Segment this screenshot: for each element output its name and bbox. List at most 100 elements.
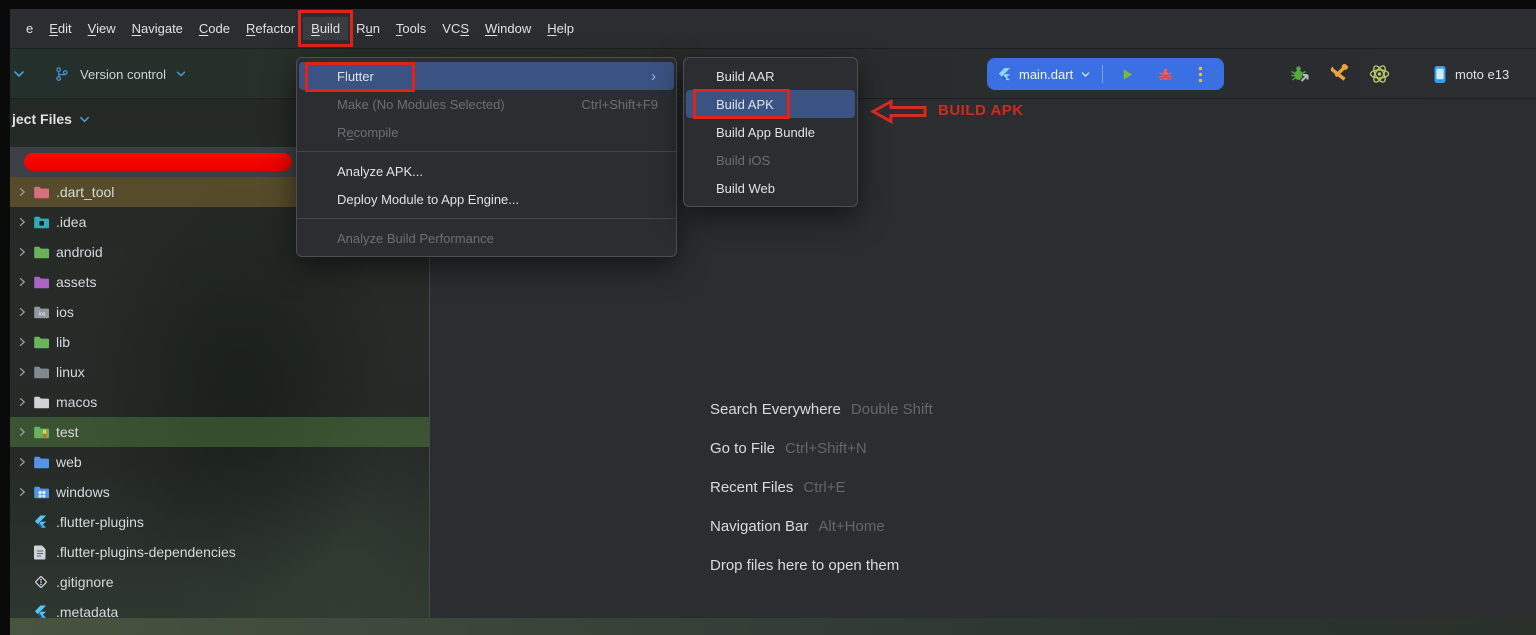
menu-item-file-clipped[interactable]: e (18, 17, 41, 40)
flutter-devtools-icon[interactable] (1368, 63, 1391, 85)
tree-item-flutter-plugins[interactable]: .flutter-plugins (10, 507, 429, 537)
flutter-icon (33, 604, 50, 618)
tree-item-metadata[interactable]: .metadata (10, 597, 429, 618)
run-config-name[interactable]: main.dart (1019, 67, 1073, 82)
menu-item-tools[interactable]: Tools (388, 17, 434, 40)
flutter-submenu-item-build-web[interactable]: Build Web (684, 174, 857, 202)
tree-item-windows[interactable]: windows (10, 477, 429, 507)
flutter-attach-icon[interactable] (1290, 64, 1311, 84)
shortcut-hint-row: Navigation BarAlt+Home (710, 518, 933, 542)
tree-item-web[interactable]: web (10, 447, 429, 477)
version-control-chevron-icon[interactable] (175, 68, 187, 80)
folder-icon (33, 274, 50, 290)
build-menu-item-analyze-build-performance[interactable]: Analyze Build Performance (297, 224, 676, 252)
flutter-submenu-item-build-ios[interactable]: Build iOS (684, 146, 857, 174)
tree-item-test[interactable]: test (10, 417, 429, 447)
expand-chevron-icon[interactable] (16, 306, 28, 318)
run-button[interactable] (1120, 67, 1135, 82)
menu-item-label: Build App Bundle (716, 125, 815, 140)
device-phone-icon[interactable] (1433, 65, 1447, 84)
shortcut-hint-row: Go to FileCtrl+Shift+N (710, 440, 933, 464)
flutter-icon (33, 514, 50, 530)
menu-item-edit[interactable]: Edit (41, 17, 79, 40)
build-menu-item-deploy-module-to-app-engine[interactable]: Deploy Module to App Engine... (297, 185, 676, 213)
tree-item-gitignore[interactable]: .gitignore (10, 567, 429, 597)
flutter-icon (997, 67, 1012, 82)
expand-chevron-icon[interactable] (16, 186, 28, 198)
tree-item-assets[interactable]: assets (10, 267, 429, 297)
tree-item-label: .flutter-plugins (56, 514, 144, 530)
expand-chevron-icon[interactable] (16, 366, 28, 378)
folder-icon (33, 184, 50, 200)
menu-item-refactor[interactable]: Refactor (238, 17, 303, 40)
expand-chevron-icon[interactable] (16, 396, 28, 408)
menu-item-vcs[interactable]: VCS (434, 17, 477, 40)
run-configuration-widget[interactable]: main.dart (987, 58, 1224, 90)
build-menu-item-recompile[interactable]: Recompile (297, 118, 676, 146)
menu-item-label: Build Web (716, 181, 775, 196)
menu-item-window[interactable]: Window (477, 17, 539, 40)
build-menu-item-make-no-modules-selected[interactable]: Make (No Modules Selected) Ctrl+Shift+F9 (297, 90, 676, 118)
expand-chevron-icon[interactable] (16, 486, 28, 498)
flutter-submenu-item-build-app-bundle[interactable]: Build App Bundle (684, 118, 857, 146)
expand-chevron-icon[interactable] (16, 336, 28, 348)
shortcut-keys: Ctrl+E (803, 479, 845, 496)
device-selector-label[interactable]: moto e13 (1455, 67, 1509, 82)
tree-item-lib[interactable]: lib (10, 327, 429, 357)
expand-chevron-icon[interactable] (16, 456, 28, 468)
tree-item-label: .gitignore (56, 574, 114, 590)
folder-icon (33, 214, 50, 230)
menu-item-shortcut: Ctrl+Shift+F9 (581, 97, 658, 112)
menu-item-code[interactable]: Code (191, 17, 238, 40)
flutter-submenu-item-build-apk[interactable]: Build APK (686, 90, 855, 118)
shortcut-action-label: Search Everywhere (710, 401, 841, 418)
project-view-chevron-icon[interactable] (78, 113, 91, 126)
menu-item-label: Analyze Build Performance (337, 231, 494, 246)
expand-chevron-icon[interactable] (16, 216, 28, 228)
version-control-label[interactable]: Version control (80, 67, 166, 82)
redaction-overlay (24, 153, 292, 171)
screenshot-frame: eEditViewNavigateCodeRefactorBuildRunToo… (0, 0, 1536, 635)
menubar: eEditViewNavigateCodeRefactorBuildRunToo… (10, 9, 1536, 49)
menu-item-label: Build iOS (716, 153, 770, 168)
expand-chevron-icon[interactable] (16, 276, 28, 288)
menu-item-label: Flutter (337, 69, 374, 84)
menu-item-navigate[interactable]: Navigate (124, 17, 191, 40)
tree-item-label: web (56, 454, 82, 470)
menu-item-label: Make (No Modules Selected) (337, 97, 505, 112)
menu-item-help[interactable]: Help (539, 17, 582, 40)
shortcut-hint-row: Recent FilesCtrl+E (710, 479, 933, 503)
run-config-chevron-icon[interactable] (1080, 69, 1091, 80)
menu-item-view[interactable]: View (80, 17, 124, 40)
toolbar-right: moto e13 (1290, 58, 1509, 90)
git-branch-icon (54, 66, 69, 82)
tree-item-label: ios (56, 304, 74, 320)
shortcut-action-label: Navigation Bar (710, 518, 808, 535)
flutter-submenu-item-build-aar[interactable]: Build AAR (684, 62, 857, 90)
expand-chevron-icon[interactable] (16, 426, 28, 438)
tree-item-label: .dart_tool (56, 184, 114, 200)
chevron-slot (16, 186, 28, 198)
chevron-slot (16, 396, 28, 408)
more-options-button[interactable] (1198, 66, 1203, 83)
build-tools-icon[interactable] (1329, 64, 1350, 84)
menu-item-run[interactable]: Run (348, 17, 388, 40)
chevron-slot (16, 216, 28, 228)
build-menu-popup: Flutter› Make (No Modules Selected) Ctrl+S… (296, 57, 677, 257)
tree-item-ios[interactable]: iosios (10, 297, 429, 327)
shortcut-hint-row: Search EverywhereDouble Shift (710, 401, 933, 425)
menu-item-build[interactable]: Build (303, 17, 348, 40)
toolbar-left: Version control (12, 58, 187, 90)
tree-item-flutter-plugins-dependencies[interactable]: .flutter-plugins-dependencies (10, 537, 429, 567)
tree-item-macos[interactable]: macos (10, 387, 429, 417)
debug-button[interactable] (1158, 67, 1173, 82)
tree-item-linux[interactable]: linux (10, 357, 429, 387)
tree-item-label: linux (56, 364, 85, 380)
build-menu-item-flutter[interactable]: Flutter› (299, 62, 674, 90)
tree-item-label: test (56, 424, 79, 440)
folder-icon: ios (33, 304, 50, 320)
project-widget-chevron-icon[interactable] (12, 67, 26, 81)
menu-item-label: Recompile (337, 125, 398, 140)
build-menu-item-analyze-apk[interactable]: Analyze APK... (297, 157, 676, 185)
expand-chevron-icon[interactable] (16, 246, 28, 258)
